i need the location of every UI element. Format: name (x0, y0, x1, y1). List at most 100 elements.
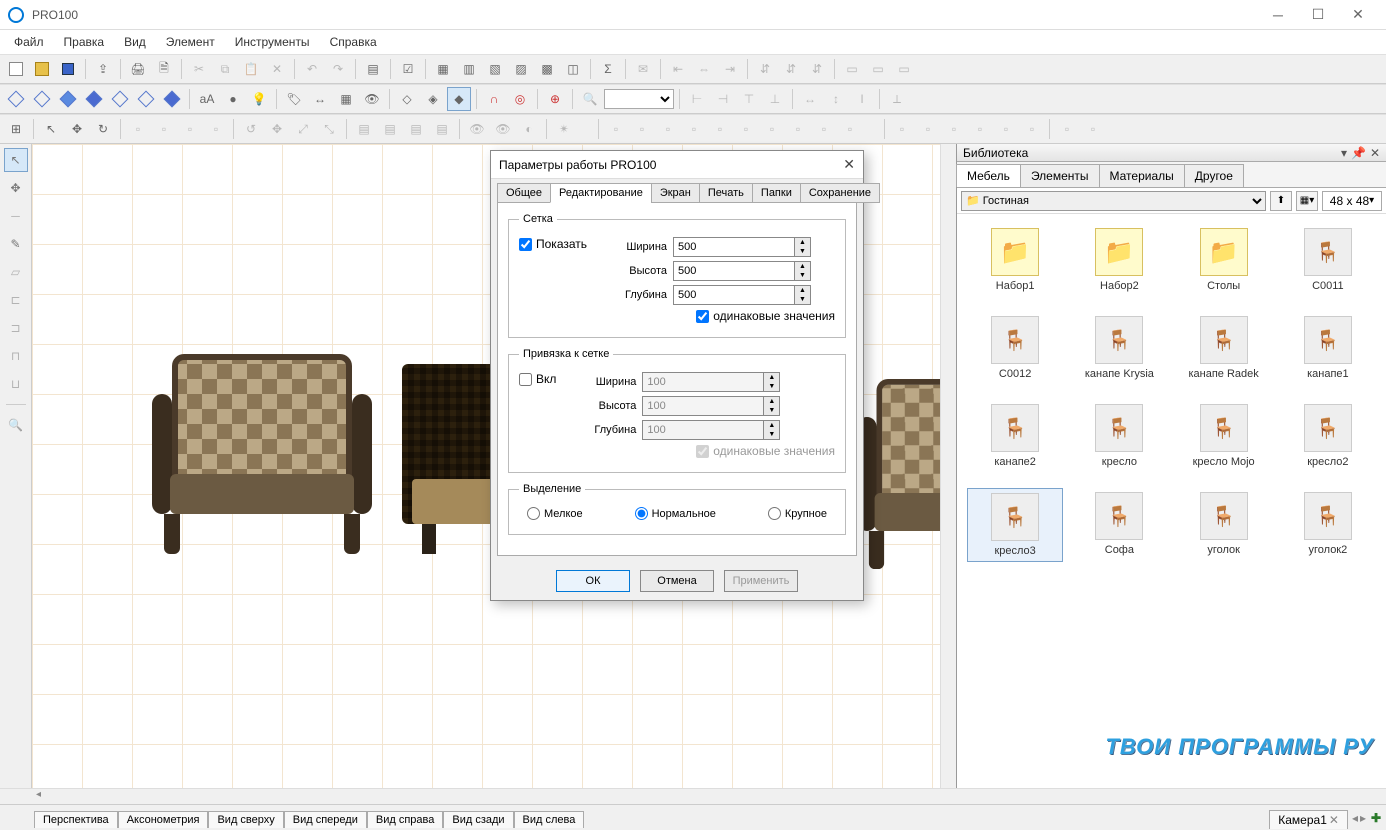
library-dropdown-icon[interactable]: ▾ (1341, 146, 1347, 160)
menu-Инструменты[interactable]: Инструменты (225, 32, 320, 52)
shape-tool[interactable]: ▱ (4, 260, 28, 284)
view-tab[interactable]: Вид справа (367, 811, 444, 828)
dialog-tab[interactable]: Общее (497, 183, 551, 203)
xg-button[interactable]: ▫ (760, 117, 784, 141)
library-item[interactable]: 📁Столы (1176, 224, 1272, 296)
tag-button[interactable]: 🏷 (282, 87, 306, 111)
target-button[interactable]: ◎ (508, 87, 532, 111)
xc-button[interactable]: ▫ (656, 117, 680, 141)
new-file-button[interactable] (4, 57, 28, 81)
view-tab[interactable]: Вид спереди (284, 811, 367, 828)
viewport-vscroll[interactable] (940, 144, 956, 788)
grid-toggle-button[interactable]: ▦ (334, 87, 358, 111)
yd-button[interactable]: ▫ (968, 117, 992, 141)
paste-button[interactable]: 📋 (239, 57, 263, 81)
view-right-button[interactable] (108, 87, 132, 111)
library-item[interactable]: 🪑C0012 (967, 312, 1063, 384)
pointer-button[interactable]: ↖ (39, 117, 63, 141)
cancel-button[interactable]: Отмена (640, 570, 714, 592)
mod-c-button[interactable]: ▫ (178, 117, 202, 141)
view-tab[interactable]: Вид слева (514, 811, 585, 828)
menu-Элемент[interactable]: Элемент (156, 32, 225, 52)
layer-d-button[interactable]: ▤ (430, 117, 454, 141)
view-axo-button[interactable] (30, 87, 54, 111)
mod-f-button[interactable]: ✥ (265, 117, 289, 141)
view-front-button[interactable] (82, 87, 106, 111)
move-tool-button[interactable]: ✥ (65, 117, 89, 141)
select-tool[interactable]: ↖ (4, 148, 28, 172)
rotate-tool-button[interactable]: ↻ (91, 117, 115, 141)
dim-b-button[interactable]: ⊣ (711, 87, 735, 111)
xf-button[interactable]: ▫ (734, 117, 758, 141)
extra-b-tool[interactable]: ⊐ (4, 316, 28, 340)
library-item[interactable]: 🪑кресло3 (967, 488, 1063, 562)
yf-button[interactable]: ▫ (1020, 117, 1044, 141)
selection-radio[interactable]: Крупное (768, 507, 827, 520)
line-tool[interactable]: ─ (4, 204, 28, 228)
align-right-button[interactable]: ⇥ (718, 57, 742, 81)
selection-radio[interactable]: Мелкое (527, 507, 583, 520)
menu-Справка[interactable]: Справка (320, 32, 387, 52)
text-tool-button[interactable]: aA (195, 87, 219, 111)
grid-depth-spin[interactable]: ▲▼ (673, 285, 811, 305)
view-left-button[interactable] (160, 87, 184, 111)
ruler-i-button[interactable]: I (850, 87, 874, 111)
layer-c-button[interactable]: ▤ (404, 117, 428, 141)
origin-button[interactable]: ⊕ (543, 87, 567, 111)
copy-button[interactable]: ⧉ (213, 57, 237, 81)
eye-b-button[interactable]: 👁 (491, 117, 515, 141)
library-tab[interactable]: Другое (1184, 164, 1244, 187)
library-close-icon[interactable]: ✕ (1370, 146, 1380, 160)
print-button[interactable]: 🖨 (126, 57, 150, 81)
zoom-button[interactable]: 🔍 (578, 87, 602, 111)
xi-button[interactable]: ▫ (812, 117, 836, 141)
hscroll-left-icon[interactable]: ◂ (36, 789, 41, 800)
visibility-button[interactable]: 👁 (360, 87, 384, 111)
xa-button[interactable]: ▫ (604, 117, 628, 141)
library-item[interactable]: 📁Набор2 (1071, 224, 1167, 296)
maximize-button[interactable]: ☐ (1298, 0, 1338, 30)
library-item[interactable]: 🪑кресло Mojo (1176, 400, 1272, 472)
tab-prev-icon[interactable]: ◂ (1352, 811, 1358, 825)
snap-face-button[interactable]: ◆ (447, 87, 471, 111)
close-button[interactable]: ✕ (1338, 0, 1378, 30)
xb-button[interactable]: ▫ (630, 117, 654, 141)
grid-width-spin[interactable]: ▲▼ (673, 237, 811, 257)
snap-depth-spin[interactable]: ▲▼ (642, 420, 780, 440)
view-top-button[interactable] (56, 87, 80, 111)
xj-button[interactable]: ▫ (838, 117, 862, 141)
ruler-h-button[interactable]: ↔ (798, 87, 822, 111)
sum-button[interactable]: Σ (596, 57, 620, 81)
export-button[interactable]: ⇪ (91, 57, 115, 81)
delete-button[interactable]: ✕ (265, 57, 289, 81)
library-item[interactable]: 🪑канапе1 (1280, 312, 1376, 384)
mail-button[interactable]: ✉ (631, 57, 655, 81)
library-folder-select[interactable]: 📁 Гостиная (961, 191, 1266, 211)
snap-height-spin[interactable]: ▲▼ (642, 396, 780, 416)
view-tab[interactable]: Вид сзади (443, 811, 513, 828)
ruler-v-button[interactable]: ↕ (824, 87, 848, 111)
ok-button[interactable]: ОК (556, 570, 630, 592)
library-view-button[interactable]: ▦▾ (1296, 191, 1318, 211)
library-pin-icon[interactable]: 📌 (1351, 146, 1366, 160)
ye-button[interactable]: ▫ (994, 117, 1018, 141)
tool-f-button[interactable]: ◫ (561, 57, 585, 81)
view-tab[interactable]: Вид сверху (208, 811, 283, 828)
cut-button[interactable]: ✂ (187, 57, 211, 81)
layer-a-button[interactable]: ▤ (352, 117, 376, 141)
snap-width-spin[interactable]: ▲▼ (642, 372, 780, 392)
undo-button[interactable]: ↶ (300, 57, 324, 81)
dialog-tab[interactable]: Редактирование (550, 183, 652, 203)
menu-Вид[interactable]: Вид (114, 32, 156, 52)
grid-equal-checkbox[interactable]: одинаковые значения (696, 309, 835, 323)
library-item[interactable]: 📁Набор1 (967, 224, 1063, 296)
dim-c-button[interactable]: ⊤ (737, 87, 761, 111)
minimize-button[interactable]: ─ (1258, 0, 1298, 30)
report-button[interactable]: ▤ (361, 57, 385, 81)
dialog-titlebar[interactable]: Параметры работы PRO100 ✕ (491, 151, 863, 179)
print-preview-button[interactable]: 🗎 (152, 57, 176, 81)
library-tab[interactable]: Мебель (956, 164, 1021, 187)
library-item[interactable]: 🪑уголок2 (1280, 488, 1376, 562)
grid-height-spin[interactable]: ▲▼ (673, 261, 811, 281)
dimension-button[interactable]: ↔ (308, 87, 332, 111)
